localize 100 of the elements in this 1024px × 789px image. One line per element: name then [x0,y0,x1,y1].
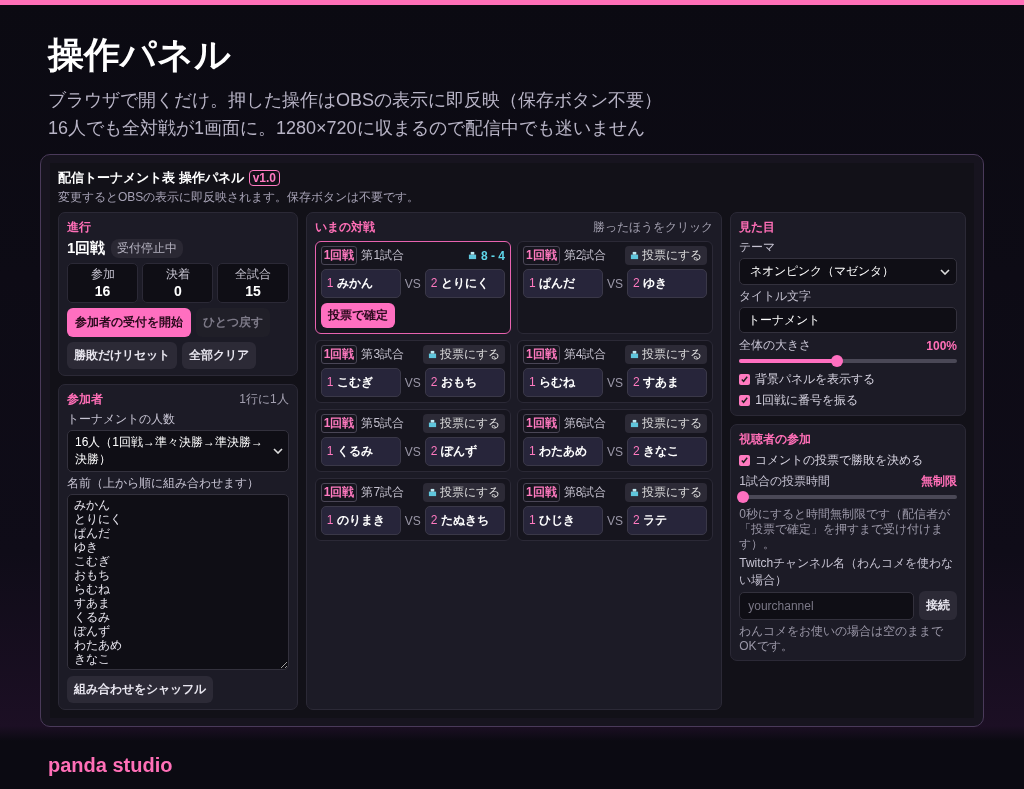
ballot-box-icon [630,251,640,260]
confirm-vote-button[interactable]: 投票で確定 [320,303,395,328]
vote-button[interactable]: 投票にする [422,414,505,433]
names-textarea[interactable]: みかん とりにく ぱんだ ゆき こむぎ おもち らむね すあま くるみ ぽんず わたあめ きなこ [67,494,289,670]
connect-button[interactable]: 接続 [919,591,957,620]
theme-dropdown[interactable]: ネオンピンク（マゼンタ） [739,258,957,285]
note-text: 0秒にすると時間無制限です（配信者が「投票で確定」を押すまで受け付けます）。 [739,507,951,552]
checkbox-label: 背景パネルを表示する [755,371,876,388]
section-heading: 視聴者の参加 [739,431,813,448]
page-title: 操作パネル [48,33,232,77]
hint-text: 勝ったほうをクリック [593,219,714,236]
stat-value: 15 [245,283,261,299]
field-label: 全体の大きさ [739,337,812,354]
time-slider[interactable] [739,491,957,503]
checkbox-label: コメントの投票で勝敗を決める [755,452,924,469]
chevron-down-icon [272,448,283,454]
player-button[interactable]: 2 ぽんず [424,437,505,466]
ballot-box-icon [630,419,640,428]
player-button[interactable]: 2 とりにく [424,269,505,298]
vote-button[interactable]: 投票にする [422,483,505,502]
vs-label: VS [404,444,421,459]
brand-logo-text: panda studio [48,753,173,777]
vs-label: VS [607,375,624,390]
section-heading: いまの対戦 [314,219,375,236]
status-badge: 受付停止中 [111,239,184,258]
match-label: 第7試合 [361,484,405,501]
action-button[interactable]: 全部クリア [182,342,256,369]
section-heading: 見た目 [739,219,777,236]
field-label: 1試合の投票時間 [739,473,830,490]
vote-score: 8 - 4 [480,248,505,263]
stat-value: 16 [94,283,111,299]
field-label: Twitchチャンネル名（わんコメを使わない場合） [739,555,955,589]
match-label: 第5試合 [361,415,405,432]
match-label: 第6試合 [563,415,607,432]
hint-text: 1行に1人 [239,391,289,408]
player-button[interactable]: 1 ぱんだ [522,269,604,298]
player-button[interactable]: 2 たぬきち [424,506,505,535]
player-button[interactable]: 1 らむね [522,368,604,397]
player-button[interactable]: 1 わたあめ [522,437,604,466]
checkbox[interactable] [739,455,751,466]
count-dropdown[interactable]: 16人（1回戦→準々決勝→準決勝→決勝） [67,430,289,472]
ballot-box-icon [630,488,640,497]
checkbox-label: 1回戦に番号を振る [755,392,858,409]
action-button[interactable]: 勝敗だけリセット [67,342,177,369]
match-label: 第3試合 [361,346,405,363]
vs-label: VS [404,375,421,390]
vote-button[interactable]: 投票にする [625,414,708,433]
vote-button[interactable]: 投票にする [625,483,708,502]
field-label: タイトル文字 [739,288,813,305]
chevron-down-icon [940,268,950,275]
channel-input[interactable]: yourchannel [739,591,914,620]
ballot-box-icon [630,350,640,359]
player-button[interactable]: 2 ゆき [627,269,708,298]
player-button[interactable]: 2 ラテ [627,506,708,535]
player-button[interactable]: 1 みかん [320,269,401,298]
size-reading: 100% [926,338,957,353]
vote-button[interactable]: 投票にする [422,345,505,364]
tagline: ブラウザで開くだけ。押した操作はOBSの表示に即反映（保存ボタン不要） [48,89,663,112]
vote-button[interactable]: 投票にする [625,345,708,364]
ballot-box-icon [427,488,437,497]
player-button[interactable]: 2 きなこ [627,437,708,466]
checkbox[interactable] [739,374,751,385]
player-button[interactable]: 1 ひじき [522,506,604,535]
shuffle-button[interactable]: 組み合わせをシャッフル [67,676,213,703]
checkbox[interactable] [739,395,751,406]
round-label: 1回戦 [67,239,106,258]
player-button[interactable]: 1 こむぎ [320,368,401,397]
round-tag: 1回戦 [522,414,560,433]
round-tag: 1回戦 [522,246,560,265]
match-label: 第4試合 [563,346,607,363]
stat-label: 参加 [90,266,115,283]
ballot-box-icon [467,251,477,260]
match-label: 第1試合 [361,247,405,264]
stat-label: 決着 [165,266,190,283]
round-tag: 1回戦 [320,414,358,433]
ballot-box-icon [427,419,437,428]
stat-label: 全試合 [235,266,272,283]
action-button[interactable]: 参加者の受付を開始 [67,308,191,337]
vote-button[interactable]: 投票にする [625,246,708,265]
player-button[interactable]: 2 おもち [424,368,505,397]
section-heading: 参加者 [67,391,103,408]
player-button[interactable]: 2 すあま [627,368,708,397]
match-label: 第8試合 [563,484,607,501]
title-input[interactable]: トーナメント [739,307,957,333]
round-tag: 1回戦 [320,483,358,502]
vs-label: VS [607,513,624,528]
field-label: トーナメントの人数 [67,411,176,428]
note-text: わんコメをお使いの場合は空のままでOKです。 [739,624,945,654]
ballot-box-icon [427,350,437,359]
round-tag: 1回戦 [522,345,560,364]
panel-title: 配信トーナメント表 操作パネル [58,169,244,187]
field-label: テーマ [739,239,777,256]
player-button[interactable]: 1 のりまき [320,506,401,535]
version-badge: v1.0 [248,170,280,186]
vs-label: VS [607,444,624,459]
match-label: 第2試合 [563,247,607,264]
vs-label: VS [607,276,624,291]
round-tag: 1回戦 [522,483,560,502]
size-slider[interactable] [739,355,957,367]
player-button[interactable]: 1 くるみ [320,437,401,466]
